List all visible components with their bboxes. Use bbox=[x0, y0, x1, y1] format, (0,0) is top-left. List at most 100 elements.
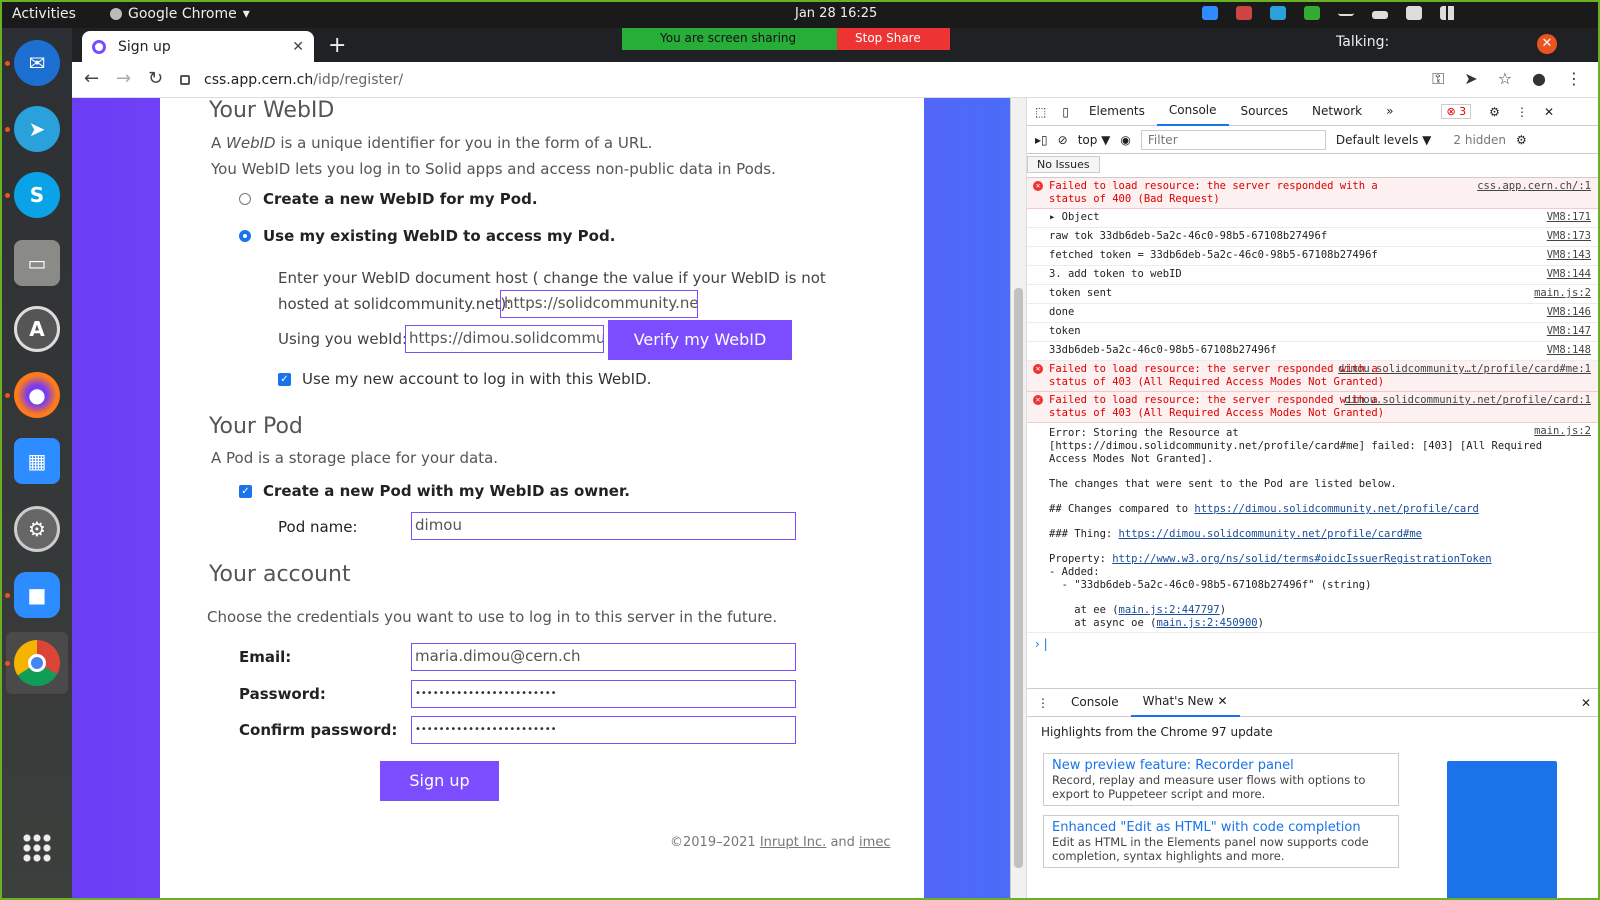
bookmark-star-icon[interactable]: ☆ bbox=[1498, 69, 1512, 89]
log-source-link[interactable]: dimou.solidcommunity.net/profile/card:1 bbox=[1344, 394, 1591, 407]
context-selector[interactable]: top ▼ bbox=[1078, 133, 1111, 147]
screen-tray-icon[interactable] bbox=[1406, 6, 1422, 20]
thing-link[interactable]: https://dimou.solidcommunity.net/profile… bbox=[1119, 528, 1422, 540]
log-levels-dropdown[interactable]: Default levels ▼ bbox=[1336, 133, 1432, 147]
log-source-link[interactable]: css.app.cern.ch/:1 bbox=[1477, 180, 1591, 193]
imec-link[interactable]: imec bbox=[859, 835, 890, 850]
drawer-tab-whats-new[interactable]: What's New ✕ bbox=[1130, 688, 1240, 717]
existing-webid-label[interactable]: Use my existing WebID to access my Pod. bbox=[263, 227, 615, 245]
activities-button[interactable]: Activities bbox=[12, 6, 76, 22]
clear-console-icon[interactable]: ⊘ bbox=[1058, 133, 1068, 147]
use-account-checkbox[interactable]: ✓ bbox=[278, 373, 291, 386]
thunderbird-icon[interactable]: ✉ bbox=[14, 40, 60, 86]
scrollbar-thumb[interactable] bbox=[1014, 288, 1023, 868]
log-source-link[interactable]: VM8:173 bbox=[1547, 230, 1591, 243]
log-source-link[interactable]: VM8:143 bbox=[1547, 249, 1591, 262]
tab-sign-up[interactable]: Sign up ✕ bbox=[82, 31, 314, 62]
back-icon[interactable]: ← bbox=[84, 68, 99, 89]
network-tray-icon[interactable] bbox=[1236, 6, 1252, 20]
log-source-link[interactable]: dimou.solidcommunity…t/profile/card#me:1 bbox=[1338, 363, 1591, 376]
webid-host-input[interactable]: https://solidcommunity.net bbox=[500, 290, 698, 318]
sign-up-button[interactable]: Sign up bbox=[380, 761, 499, 801]
files-icon[interactable]: ▭ bbox=[14, 240, 60, 286]
menu-icon[interactable]: ⋮ bbox=[1566, 69, 1582, 89]
zoom-icon[interactable]: ■ bbox=[14, 572, 60, 618]
close-tab-icon[interactable]: ✕ bbox=[1218, 694, 1228, 708]
console-prompt[interactable]: › | bbox=[1027, 633, 1598, 655]
pod-name-input[interactable]: dimou bbox=[411, 512, 796, 540]
create-pod-label[interactable]: Create a new Pod with my WebID as owner. bbox=[263, 482, 630, 500]
create-webid-label[interactable]: Create a new WebID for my Pod. bbox=[263, 190, 538, 208]
news-card-edit-html[interactable]: Enhanced "Edit as HTML" with code comple… bbox=[1043, 815, 1399, 868]
inrupt-link[interactable]: Inrupt Inc. bbox=[760, 835, 827, 850]
shield-tray-icon[interactable] bbox=[1304, 6, 1320, 20]
confirm-password-input[interactable]: •••••••••••••••••••••••• bbox=[411, 716, 796, 744]
create-pod-checkbox[interactable]: ✓ bbox=[239, 485, 252, 498]
firefox-icon[interactable]: ● bbox=[14, 372, 60, 418]
log-source-link[interactable]: VM8:148 bbox=[1547, 344, 1591, 357]
grid-tray-icon[interactable] bbox=[1440, 6, 1456, 20]
log-source-link[interactable]: VM8:147 bbox=[1547, 325, 1591, 338]
new-tab-button[interactable]: + bbox=[328, 33, 346, 58]
console-settings-icon[interactable]: ⚙ bbox=[1516, 133, 1527, 147]
tab-network[interactable]: Network bbox=[1300, 98, 1374, 125]
news-title[interactable]: New preview feature: Recorder panel bbox=[1052, 758, 1390, 773]
log-source-link[interactable]: main.js:2 bbox=[1534, 287, 1591, 300]
forward-icon[interactable]: → bbox=[116, 68, 131, 89]
show-apps-icon[interactable] bbox=[22, 833, 52, 863]
page-scrollbar[interactable] bbox=[1011, 98, 1027, 898]
settings-gear-icon[interactable]: ⚙ bbox=[1489, 105, 1500, 119]
skype-icon[interactable]: S bbox=[14, 172, 60, 218]
close-devtools-icon[interactable]: ✕ bbox=[1544, 105, 1554, 119]
create-webid-radio[interactable] bbox=[239, 193, 251, 205]
stack-link-1[interactable]: main.js:2:447797 bbox=[1119, 604, 1220, 616]
sidebar-toggle-icon[interactable]: ▸▯ bbox=[1035, 133, 1048, 147]
address-bar[interactable]: css.app.cern.ch /idp/register/ bbox=[180, 66, 1380, 94]
zoom-tray-icon[interactable] bbox=[1202, 6, 1218, 20]
device-toolbar-icon[interactable]: ▯ bbox=[1054, 105, 1077, 119]
stop-share-button[interactable]: Stop Share bbox=[837, 28, 950, 50]
stack-link-2[interactable]: main.js:2:450900 bbox=[1156, 617, 1257, 629]
no-issues-button[interactable]: No Issues bbox=[1027, 156, 1100, 173]
close-drawer-icon[interactable]: ✕ bbox=[1581, 696, 1598, 710]
tab-sources[interactable]: Sources bbox=[1229, 98, 1300, 125]
clock[interactable]: Jan 28 16:25 bbox=[795, 6, 877, 21]
telegram-tray-icon[interactable] bbox=[1270, 6, 1286, 20]
existing-webid-radio[interactable] bbox=[239, 230, 251, 242]
key-icon[interactable]: ⚿ bbox=[1432, 69, 1444, 89]
webid-input[interactable]: https://dimou.solidcommunity.net/profile… bbox=[405, 325, 604, 353]
minimize-tray-icon[interactable] bbox=[1338, 6, 1354, 16]
telegram-icon[interactable]: ➤ bbox=[14, 106, 60, 152]
store-icon[interactable]: ▦ bbox=[14, 438, 60, 484]
log-source-link[interactable]: VM8:144 bbox=[1547, 268, 1591, 281]
reload-icon[interactable]: ↻ bbox=[148, 68, 163, 89]
log-source-link[interactable]: VM8:146 bbox=[1547, 306, 1591, 319]
eye-icon[interactable]: ◉ bbox=[1120, 133, 1130, 147]
profile-avatar-icon[interactable]: ● bbox=[1532, 69, 1546, 89]
error-source-link[interactable]: main.js:2 bbox=[1534, 425, 1591, 438]
use-account-label[interactable]: Use my new account to log in with this W… bbox=[302, 370, 651, 388]
app-menu[interactable]: Google Chrome ▾ bbox=[110, 6, 250, 22]
close-tab-icon[interactable]: ✕ bbox=[292, 39, 304, 55]
devtools-menu-icon[interactable]: ⋮ bbox=[1516, 105, 1528, 119]
tab-elements[interactable]: Elements bbox=[1077, 98, 1157, 125]
chrome-dock-icon[interactable] bbox=[14, 640, 60, 686]
drawer-tab-console[interactable]: Console bbox=[1059, 689, 1131, 716]
email-input[interactable]: maria.dimou@cern.ch bbox=[411, 643, 796, 671]
log-source-link[interactable]: VM8:171 bbox=[1547, 211, 1591, 224]
verify-webid-button[interactable]: Verify my WebID bbox=[608, 320, 792, 360]
inspect-icon[interactable]: ⬚ bbox=[1027, 105, 1054, 119]
password-input[interactable]: •••••••••••••••••••••••• bbox=[411, 680, 796, 708]
send-icon[interactable]: ➤ bbox=[1464, 69, 1477, 89]
console-filter-input[interactable]: Filter bbox=[1140, 129, 1326, 150]
close-window-icon[interactable]: ✕ bbox=[1537, 34, 1557, 54]
news-card-recorder[interactable]: New preview feature: Recorder panel Reco… bbox=[1043, 753, 1399, 806]
news-title[interactable]: Enhanced "Edit as HTML" with code comple… bbox=[1052, 820, 1390, 835]
software-icon[interactable]: A bbox=[14, 306, 60, 352]
settings-icon[interactable]: ⚙ bbox=[14, 506, 60, 552]
drawer-menu-icon[interactable]: ⋮ bbox=[1027, 696, 1059, 710]
property-link[interactable]: http://www.w3.org/ns/solid/terms#oidcIss… bbox=[1112, 553, 1491, 565]
more-tabs-button[interactable]: » bbox=[1374, 98, 1405, 125]
window-tray-icon[interactable] bbox=[1372, 11, 1388, 19]
changes-link[interactable]: https://dimou.solidcommunity.net/profile… bbox=[1194, 503, 1478, 515]
